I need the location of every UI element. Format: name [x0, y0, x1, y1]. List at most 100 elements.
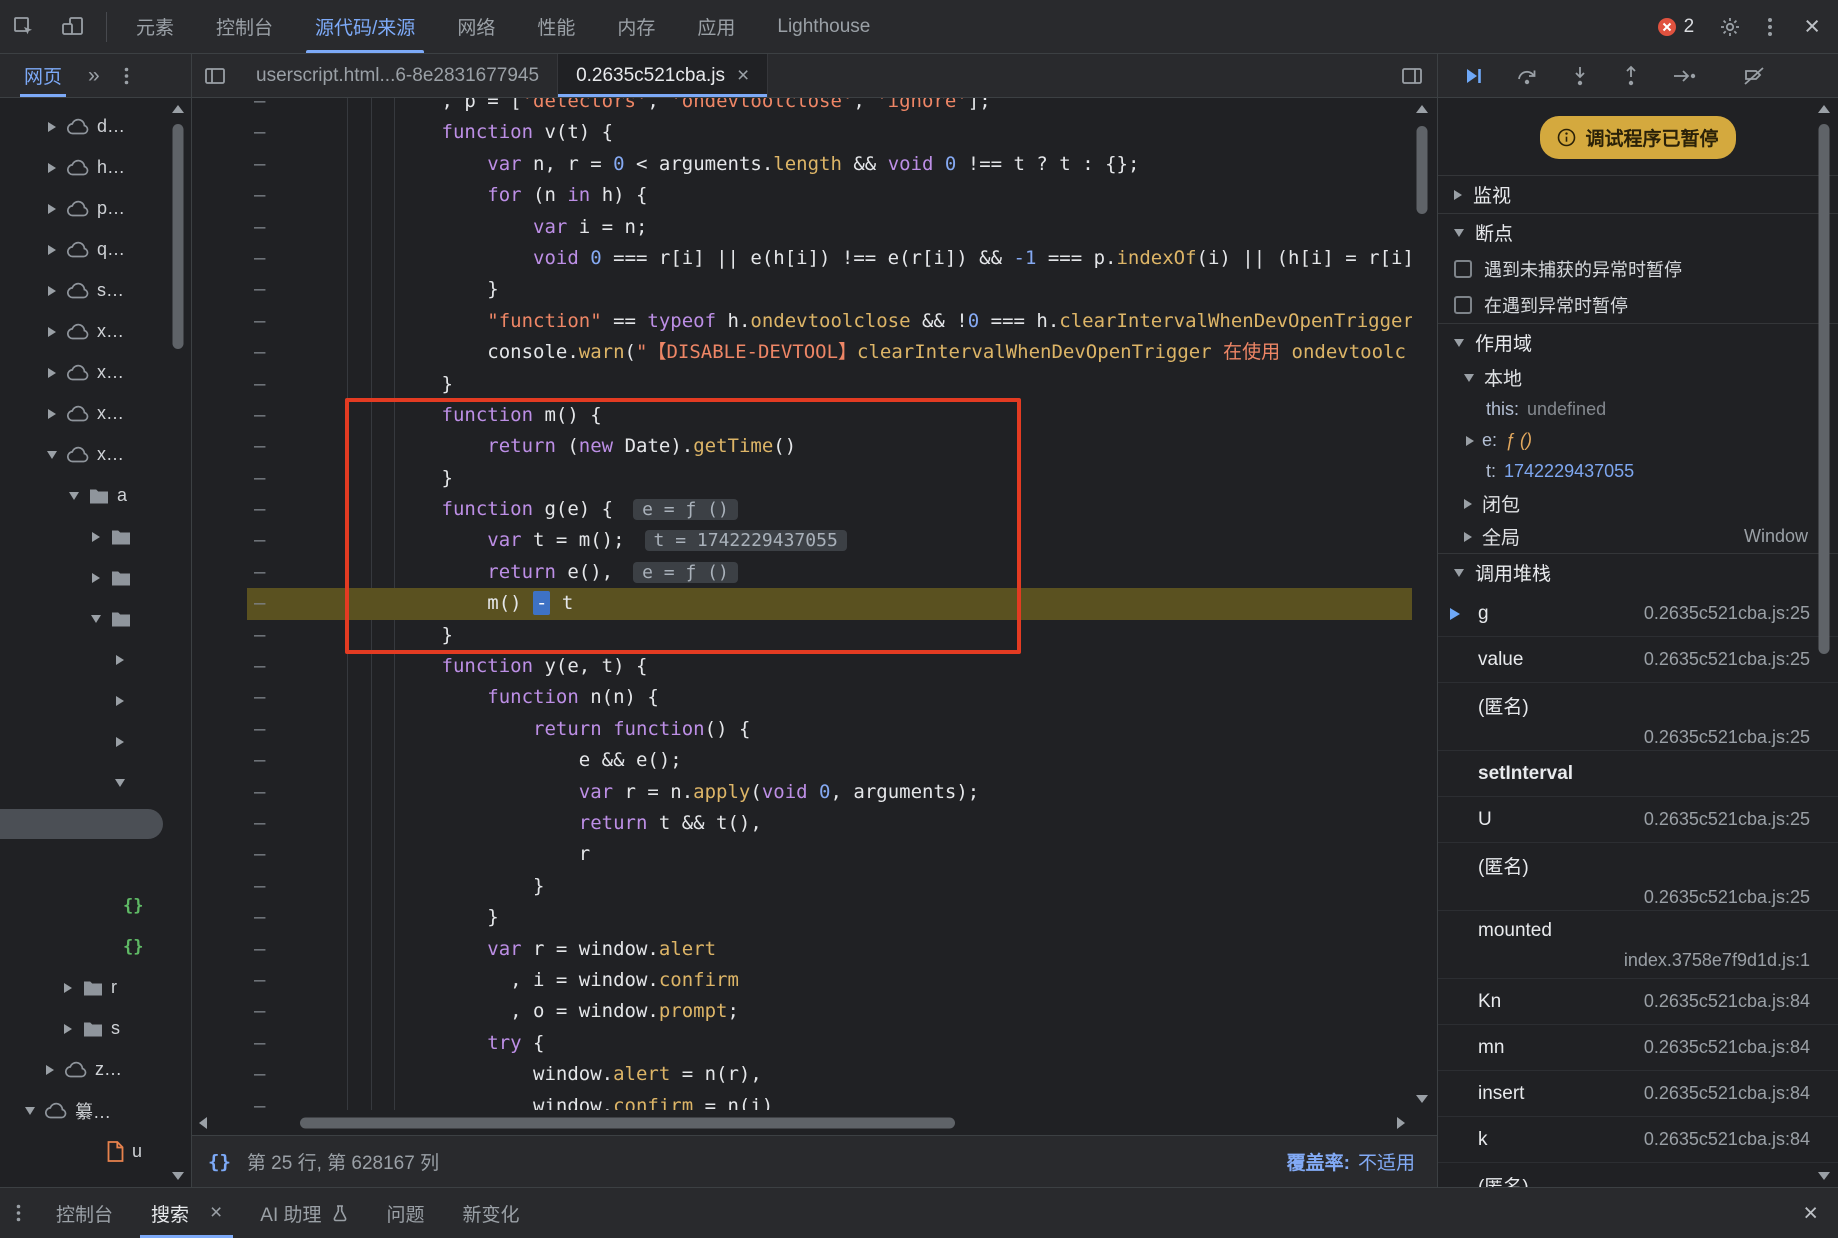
scroll-up-arrow-icon[interactable]: [1416, 105, 1428, 113]
tree-row[interactable]: s: [0, 1008, 191, 1049]
panel-tab[interactable]: 控制台: [195, 0, 294, 53]
tree-row[interactable]: [0, 762, 191, 803]
code-line[interactable]: –void 0 === r[i] || e(h[i]) !== e(r[i]) …: [192, 243, 1412, 274]
collapsed-arrow-icon[interactable]: [48, 368, 56, 378]
scrollbar-thumb[interactable]: [1819, 124, 1830, 654]
panel-tab[interactable]: 网络: [436, 0, 516, 53]
code-line[interactable]: –function n(n) {: [192, 682, 1412, 713]
tree-row[interactable]: z…: [0, 1049, 191, 1090]
deactivate-breakpoints-button[interactable]: [1743, 66, 1765, 86]
code-line[interactable]: –var n, r = 0 < arguments.length && void…: [192, 149, 1412, 180]
panel-tab[interactable]: 应用: [676, 0, 756, 53]
collapsed-arrow-icon[interactable]: [116, 696, 124, 706]
tree-row[interactable]: [0, 516, 191, 557]
tree-row[interactable]: d…: [0, 106, 191, 147]
stack-frame[interactable]: mn0.2635c521cba.js:84: [1438, 1025, 1838, 1071]
drawer-tab[interactable]: AI 助理: [241, 1188, 367, 1238]
gutter-marker[interactable]: –: [254, 463, 265, 494]
tree-row[interactable]: x…: [0, 352, 191, 393]
section-breakpoints[interactable]: 断点: [1438, 213, 1838, 251]
code-line[interactable]: –, i = window.confirm: [192, 965, 1412, 996]
tree-row[interactable]: p…: [0, 188, 191, 229]
expanded-arrow-icon[interactable]: [25, 1107, 35, 1115]
toggle-navigator-icon[interactable]: [192, 66, 238, 86]
tree-row[interactable]: [0, 557, 191, 598]
code-line[interactable]: –}: [192, 463, 1412, 494]
close-drawer-button[interactable]: ×: [1783, 1199, 1838, 1228]
gutter-marker[interactable]: –: [254, 149, 265, 180]
collapsed-arrow-icon[interactable]: [48, 163, 56, 173]
gutter-marker[interactable]: –: [254, 777, 265, 808]
tree-row[interactable]: [0, 639, 191, 680]
gutter-marker[interactable]: –: [254, 117, 265, 148]
gutter-marker[interactable]: –: [254, 274, 265, 305]
expanded-arrow-icon[interactable]: [115, 779, 125, 787]
gutter-marker[interactable]: –: [254, 1028, 265, 1059]
code-line[interactable]: –var r = n.apply(void 0, arguments);: [192, 777, 1412, 808]
code-line[interactable]: –}: [192, 902, 1412, 933]
code-line[interactable]: –"function" == typeof h.ondevtoolclose &…: [192, 306, 1412, 337]
scope-t-row[interactable]: t:1742229437055: [1438, 456, 1838, 487]
pause-on-caught-row[interactable]: 在遇到异常时暂停: [1438, 287, 1838, 323]
gutter-marker[interactable]: –: [254, 651, 265, 682]
code-line[interactable]: –, o = window.prompt;: [192, 996, 1412, 1027]
settings-gear-icon[interactable]: [1706, 0, 1754, 53]
gutter-marker[interactable]: –: [254, 98, 265, 117]
expanded-arrow-icon[interactable]: [91, 615, 101, 623]
stack-frame[interactable]: value0.2635c521cba.js:25: [1438, 637, 1838, 683]
scroll-down-arrow-icon[interactable]: [1416, 1095, 1428, 1103]
code-line[interactable]: –r: [192, 839, 1412, 870]
collapsed-arrow-icon[interactable]: [116, 655, 124, 665]
collapsed-arrow-icon[interactable]: [92, 573, 100, 583]
kebab-menu-icon[interactable]: [1754, 0, 1786, 53]
gutter-marker[interactable]: –: [254, 243, 265, 274]
gutter-marker[interactable]: –: [254, 682, 265, 713]
coverage-value[interactable]: 不适用: [1358, 1148, 1415, 1175]
tree-row[interactable]: q…: [0, 229, 191, 270]
gutter-marker[interactable]: –: [254, 965, 265, 996]
collapsed-arrow-icon[interactable]: [116, 737, 124, 747]
tree-row[interactable]: s…: [0, 270, 191, 311]
expanded-arrow-icon[interactable]: [69, 492, 79, 500]
stack-frame[interactable]: U0.2635c521cba.js:25: [1438, 797, 1838, 843]
gutter-marker[interactable]: –: [254, 306, 265, 337]
editor-horizontal-scrollbar[interactable]: [192, 1110, 1412, 1135]
code-line[interactable]: –}: [192, 369, 1412, 400]
tree-row[interactable]: {}: [0, 885, 191, 926]
code-line[interactable]: –return (new Date).getTime(): [192, 431, 1412, 462]
scroll-left-arrow-icon[interactable]: [199, 1117, 207, 1129]
gutter-marker[interactable]: –: [254, 1059, 265, 1090]
code-line[interactable]: –return function() {: [192, 714, 1412, 745]
scope-e-row[interactable]: e:ƒ (): [1438, 425, 1838, 456]
section-watch[interactable]: 监视: [1438, 175, 1838, 213]
stack-frame[interactable]: k0.2635c521cba.js:84: [1438, 1117, 1838, 1163]
scope-closure-header[interactable]: 闭包: [1438, 487, 1838, 520]
collapsed-arrow-icon[interactable]: [48, 286, 56, 296]
tree-row[interactable]: x…: [0, 311, 191, 352]
gutter-marker[interactable]: –: [254, 902, 265, 933]
code-editor[interactable]: –, p = ['detectors', 'ondevtoolclose', '…: [192, 98, 1437, 1110]
code-line[interactable]: –window.confirm = n(i): [192, 1091, 1412, 1111]
scrollbar-thumb[interactable]: [300, 1117, 955, 1128]
gutter-marker[interactable]: –: [254, 588, 265, 619]
stack-frame[interactable]: insert0.2635c521cba.js:84: [1438, 1071, 1838, 1117]
gutter-marker[interactable]: –: [254, 180, 265, 211]
tree-row[interactable]: 纂…: [0, 1090, 191, 1131]
file-tab[interactable]: 0.2635c521cba.js×: [558, 54, 768, 97]
tree-row[interactable]: x…: [0, 434, 191, 475]
pause-on-uncaught-row[interactable]: 遇到未捕获的异常时暂停: [1438, 251, 1838, 287]
code-line[interactable]: –return e(),e = ƒ (): [192, 557, 1412, 588]
stack-frame[interactable]: (匿名)0.2635c521cba.js:25: [1438, 683, 1838, 751]
scroll-right-arrow-icon[interactable]: [1397, 1117, 1405, 1129]
tree-row[interactable]: h…: [0, 147, 191, 188]
pretty-print-icon[interactable]: {}: [208, 1151, 231, 1173]
navigator-kebab-icon[interactable]: [124, 66, 129, 86]
scrollbar-thumb[interactable]: [1417, 126, 1428, 214]
gutter-marker[interactable]: –: [254, 212, 265, 243]
file-tab[interactable]: userscript.html...6-8e2831677945: [238, 54, 558, 97]
step-over-button[interactable]: [1515, 66, 1539, 86]
panel-tab[interactable]: 内存: [596, 0, 676, 53]
gutter-marker[interactable]: –: [254, 400, 265, 431]
gutter-marker[interactable]: –: [254, 714, 265, 745]
code-line[interactable]: –}: [192, 871, 1412, 902]
